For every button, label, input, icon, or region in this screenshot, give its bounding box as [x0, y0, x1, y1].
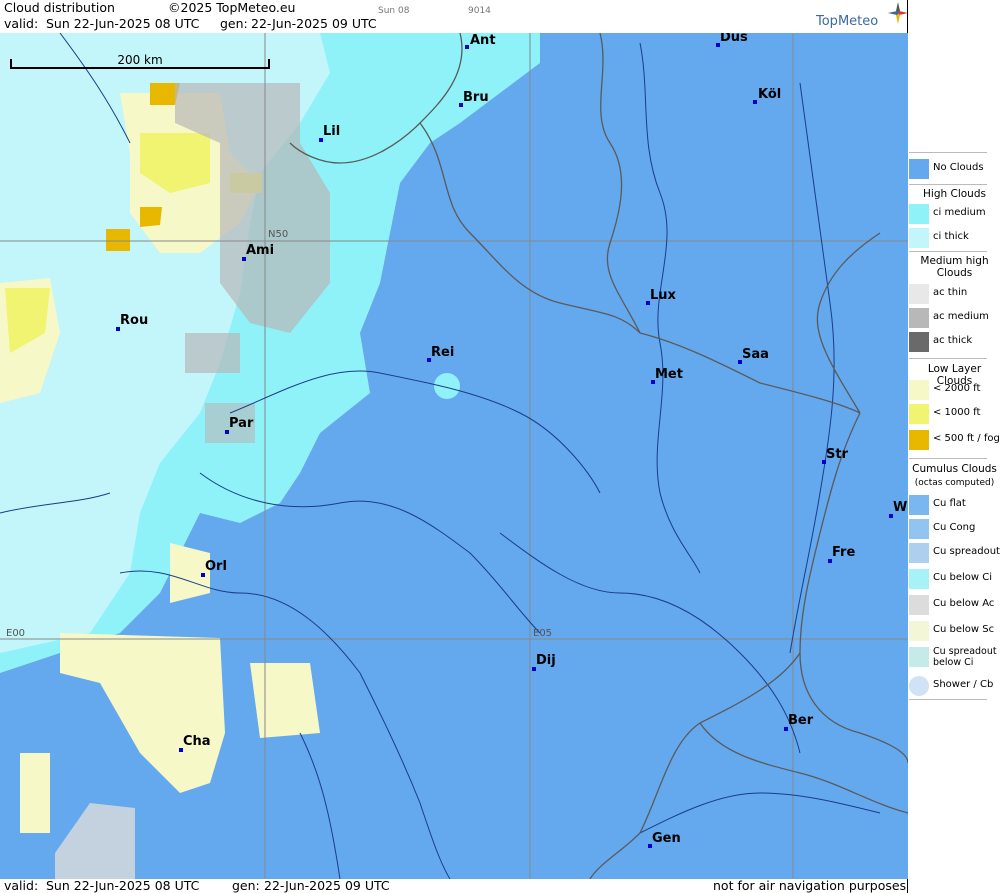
city-w[interactable]: W — [893, 500, 907, 515]
time-tab-a[interactable]: Sun 08 — [378, 4, 409, 18]
city-dot-kol — [753, 100, 757, 104]
footer-gen-value: 22-Jun-2025 09 UTC — [264, 878, 390, 893]
compass-star-icon — [888, 2, 908, 24]
gen-label: gen: — [220, 16, 248, 31]
footer-gen-label: gen: — [232, 878, 260, 893]
city-ant[interactable]: Ant — [470, 33, 496, 48]
city-met[interactable]: Met — [655, 367, 683, 382]
legend-high-head: High Clouds — [923, 188, 986, 200]
fog-patch-west — [106, 229, 130, 251]
legend-panel: No Clouds High Clouds ci medium ci thick… — [909, 0, 1000, 893]
cloud-map[interactable]: 200 km N50 E00 E05 Ant Düs Bru Köl Lil A… — [0, 33, 908, 879]
legend-shower: Shower / Cb — [909, 674, 1000, 698]
legend-ci-thick: ci thick — [909, 226, 1000, 250]
time-tab-b[interactable]: 9014 — [468, 4, 491, 18]
city-cha[interactable]: Cha — [183, 734, 211, 749]
legend-no-clouds: No Clouds — [909, 157, 1000, 181]
cloud-layer — [0, 33, 908, 879]
city-dij[interactable]: Dij — [536, 653, 556, 668]
ac-medium-patch — [185, 333, 240, 373]
valid-label: valid: — [4, 16, 39, 31]
footer-valid-value: Sun 22-Jun-2025 08 UTC — [46, 878, 200, 893]
city-orl[interactable]: Orl — [205, 559, 227, 574]
scale-bar: 200 km — [10, 53, 270, 69]
header-bar: Cloud distribution ©2025 TopMeteo.eu Sun… — [0, 0, 908, 33]
legend-ac-thick: ac thick — [909, 330, 1000, 354]
footer-bar: valid: Sun 22-Jun-2025 08 UTC gen: 22-Ju… — [0, 879, 908, 893]
low-cloud-2000-east — [250, 663, 320, 738]
city-kol[interactable]: Köl — [758, 87, 781, 102]
grid-label-e05: E05 — [533, 628, 553, 639]
city-lux[interactable]: Lux — [650, 288, 676, 303]
city-dot-ant — [465, 45, 469, 49]
legend-cu-sub: (octas computed) — [914, 478, 995, 488]
low-cloud-2000-cha — [60, 633, 225, 793]
city-rou[interactable]: Rou — [120, 313, 148, 328]
legend-ac-thin: ac thin — [909, 282, 1000, 306]
legend-ci-medium: ci medium — [909, 202, 1000, 226]
legend-cu-flat: Cu flat — [909, 493, 1000, 517]
low-cloud-2000-south — [20, 753, 50, 833]
footer-valid-label: valid: — [4, 878, 39, 893]
ci-patch-reims — [434, 373, 460, 399]
topmeteo-logo: TopMeteo — [816, 14, 879, 29]
city-rei[interactable]: Rei — [431, 345, 454, 360]
map-title: Cloud distribution — [4, 0, 115, 15]
legend-cu-spread-ci: Cu spreadout below Ci — [909, 645, 1000, 673]
city-bru[interactable]: Bru — [463, 90, 489, 105]
legend-low-2000: < 2000 ft — [909, 378, 1000, 402]
city-dus[interactable]: Düs — [720, 33, 748, 45]
scale-label: 200 km — [117, 53, 163, 67]
legend-cu-below-ci: Cu below Ci — [909, 567, 1000, 591]
grid-label-e00: E00 — [6, 628, 26, 639]
city-saa[interactable]: Saa — [742, 347, 769, 362]
city-gen[interactable]: Gen — [652, 831, 681, 846]
cu-below-ac-south — [55, 803, 135, 879]
legend-ac-medium: ac medium — [909, 306, 1000, 330]
legend-cu-below-ac: Cu below Ac — [909, 593, 1000, 617]
city-ami[interactable]: Ami — [246, 243, 274, 258]
legend-medium-head: Medium high Clouds — [920, 255, 989, 279]
fog-patch-mid — [140, 207, 162, 227]
city-lil[interactable]: Lil — [323, 124, 340, 139]
valid-value: Sun 22-Jun-2025 08 UTC — [46, 16, 200, 31]
legend-cu-cong: Cu Cong — [909, 517, 1000, 541]
legend-cu-head: Cumulus Clouds — [912, 463, 997, 475]
copyright: ©2025 TopMeteo.eu — [168, 0, 296, 15]
grid-label-n50: N50 — [268, 229, 289, 240]
gen-value: 22-Jun-2025 09 UTC — [251, 16, 377, 31]
city-fre[interactable]: Fre — [832, 545, 855, 560]
legend-cu-spread: Cu spreadout — [909, 541, 1000, 565]
city-ber[interactable]: Ber — [788, 713, 813, 728]
city-str[interactable]: Str — [826, 447, 848, 462]
city-par[interactable]: Par — [229, 416, 253, 431]
disclaimer: not for air navigation purposes — [713, 878, 907, 893]
legend-low-1000: < 1000 ft — [909, 402, 1000, 426]
legend-low-500: < 500 ft / fog — [909, 428, 1000, 452]
legend-cu-below-sc: Cu below Sc — [909, 619, 1000, 643]
